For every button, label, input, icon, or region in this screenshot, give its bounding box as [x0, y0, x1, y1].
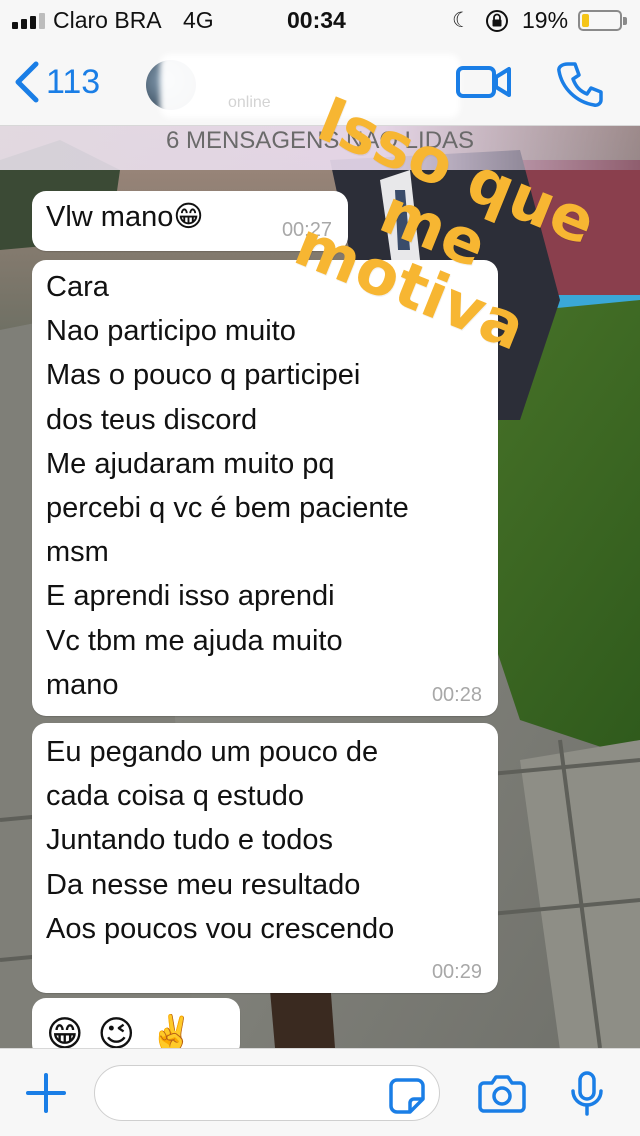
message-text: Vc tbm me ajuda muito: [46, 624, 343, 657]
message-text: cada coisa q estudo: [46, 780, 304, 813]
network-type: 4G: [183, 7, 214, 33]
message-text: msm: [46, 536, 109, 569]
battery-icon: [578, 10, 627, 31]
camera-icon: [478, 1075, 526, 1113]
attach-button[interactable]: [26, 1073, 66, 1113]
moon-icon: ☾: [452, 9, 471, 32]
plus-icon: [26, 1073, 66, 1113]
battery-fill: [582, 14, 589, 27]
signal-icon: [12, 11, 45, 29]
message-time: 00:29: [431, 961, 482, 983]
message-text: Eu pegando um pouco de: [46, 736, 379, 768]
back-button[interactable]: 113: [14, 60, 100, 104]
orientation-lock-icon: [486, 10, 508, 32]
video-camera-icon: [456, 66, 496, 98]
battery-percentage: 19%: [522, 7, 569, 33]
message-text: mano: [46, 668, 119, 701]
carrier-name: Claro BRA: [53, 7, 162, 33]
message-text: dos teus discord: [46, 403, 258, 436]
message-text: Da nesse meu resultado: [46, 868, 361, 901]
sticker-button[interactable]: [388, 1077, 426, 1115]
message-input-bar: [0, 1048, 640, 1136]
phone-icon: [557, 62, 603, 107]
message-bubble[interactable]: Eu pegando um pouco de cada coisa q estu…: [32, 723, 498, 993]
contact-status: online: [228, 94, 271, 111]
message-text: Juntando tudo e todos: [46, 824, 334, 857]
back-chevron-icon: [15, 61, 39, 103]
status-time: 00:34: [287, 7, 346, 33]
video-call-button[interactable]: [456, 62, 512, 102]
message-text: Me ajudaram muito pq: [46, 447, 335, 480]
sticker-icon: [389, 1078, 425, 1114]
microphone-icon: [571, 1071, 603, 1116]
status-bar: Claro BRA 4G 00:34 ☾ 19%: [0, 0, 640, 40]
message-text: Aos poucos vou crescendo: [46, 912, 395, 945]
message-text: percebi q vc é bem paciente: [46, 492, 409, 525]
voice-call-button[interactable]: [556, 60, 604, 108]
message-text: E aprendi isso aprendi: [46, 580, 335, 613]
message-time: 00:28: [431, 684, 482, 706]
unread-chats-count: 113: [46, 62, 101, 101]
camera-button[interactable]: [478, 1073, 526, 1113]
microphone-button[interactable]: [570, 1071, 604, 1117]
message-text: Mas o pouco q participei: [46, 359, 361, 392]
